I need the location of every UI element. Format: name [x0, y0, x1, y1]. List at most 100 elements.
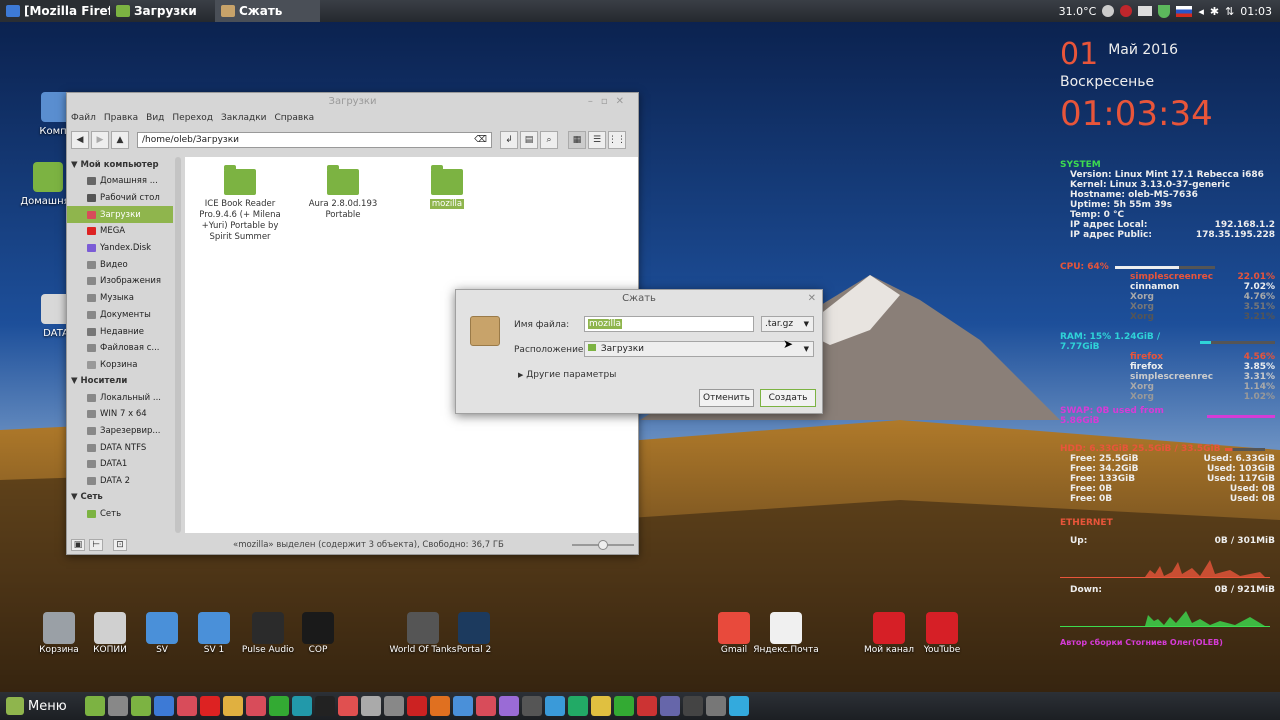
sidebar-item[interactable]: Недавние	[67, 323, 173, 340]
extension-select[interactable]: .tar.gz ▼	[761, 316, 814, 332]
toggle-path-button[interactable]: ↲	[500, 131, 518, 149]
dialog-close-button[interactable]: ✕	[808, 290, 816, 307]
network-icon[interactable]: ⇅	[1225, 5, 1234, 18]
keyboard-layout-icon[interactable]	[1176, 5, 1193, 17]
sidebar-item[interactable]: Локальный ...	[67, 389, 173, 406]
app-launcher-icon[interactable]	[590, 696, 611, 716]
app-launcher-icon[interactable]	[153, 696, 174, 716]
forward-button[interactable]: ▶	[91, 131, 109, 149]
maximize-button[interactable]: ▫	[601, 96, 616, 107]
sidebar-item[interactable]: Изображения	[67, 273, 173, 290]
app-launcher-icon[interactable]	[337, 696, 358, 716]
sidebar-item[interactable]: MEGA	[67, 223, 173, 240]
sidebar-item[interactable]: WIN 7 x 64	[67, 406, 173, 423]
show-sidebar-button[interactable]: ▣	[71, 539, 85, 551]
sidebar-item[interactable]: Домашняя ...	[67, 173, 173, 190]
back-button[interactable]: ◀	[71, 131, 89, 149]
app-launcher-icon[interactable]	[360, 696, 381, 716]
sidebar-item[interactable]: Сеть	[67, 505, 173, 522]
menu-button[interactable]: Меню	[0, 697, 73, 715]
minimize-button[interactable]: –	[588, 96, 601, 107]
app-launcher-icon[interactable]	[452, 696, 473, 716]
app-launcher-icon[interactable]	[682, 696, 703, 716]
sidebar-item[interactable]: Зарезервир...	[67, 423, 173, 440]
clear-path-icon[interactable]: ⌫	[474, 133, 487, 147]
open-terminal-button[interactable]: ▤	[520, 131, 538, 149]
app-launcher-icon[interactable]	[245, 696, 266, 716]
app-launcher-icon[interactable]	[291, 696, 312, 716]
app-launcher-icon[interactable]	[383, 696, 404, 716]
sidebar-item[interactable]: Документы	[67, 307, 173, 324]
menu-view[interactable]: Вид	[146, 113, 164, 123]
app-launcher-icon[interactable]	[406, 696, 427, 716]
app-launcher-icon[interactable]	[498, 696, 519, 716]
taskbar-item-downloads[interactable]: Загрузки	[110, 0, 215, 22]
shield-icon[interactable]	[1158, 4, 1171, 18]
sidebar-item[interactable]: DATA NTFS	[67, 439, 173, 456]
app-launcher-icon[interactable]	[84, 696, 105, 716]
app-launcher-icon[interactable]	[107, 696, 128, 716]
up-button[interactable]: ▲	[111, 131, 129, 149]
app-launcher-icon[interactable]	[705, 696, 726, 716]
create-button[interactable]: Создать	[760, 389, 816, 407]
search-icon[interactable]: ⌕	[540, 131, 558, 149]
sidebar-item[interactable]: Рабочий стол	[67, 190, 173, 207]
cancel-button[interactable]: Отменить	[699, 389, 754, 407]
hdd-free: Free: 133GiB	[1070, 474, 1136, 484]
more-options-expander[interactable]: ▶ Другие параметры	[518, 370, 616, 380]
sidebar-scrollbar[interactable]	[175, 157, 181, 533]
zoom-slider-handle[interactable]	[598, 540, 608, 550]
sidebar-item[interactable]: Файловая с...	[67, 340, 173, 357]
menu-bookmarks[interactable]: Закладки	[221, 113, 267, 123]
hide-sidebar-button[interactable]: ⊡	[113, 539, 127, 551]
drive-icon[interactable]	[1138, 6, 1153, 16]
compact-view-button[interactable]: ⋮⋮	[608, 131, 626, 149]
user-icon[interactable]	[1102, 5, 1115, 17]
conky-row-value: 1.02%	[1243, 392, 1275, 402]
sidebar-item[interactable]: DATA1	[67, 456, 173, 473]
app-launcher-icon[interactable]	[429, 696, 450, 716]
taskbar-item-compress[interactable]: Сжать	[215, 0, 320, 22]
record-icon[interactable]	[1120, 5, 1133, 17]
sidebar-item[interactable]: Загрузки	[67, 206, 173, 224]
app-launcher-icon[interactable]	[659, 696, 680, 716]
zoom-slider[interactable]	[572, 540, 634, 550]
app-launcher-icon[interactable]	[636, 696, 657, 716]
app-launcher-icon[interactable]	[199, 696, 220, 716]
bluetooth-icon[interactable]: ✱	[1210, 5, 1219, 18]
menu-help[interactable]: Справка	[275, 113, 315, 123]
sidebar-item[interactable]: Видео	[67, 256, 173, 273]
location-bar[interactable]: /home/oleb/Загрузки ⌫	[137, 132, 492, 148]
app-launcher-icon[interactable]	[314, 696, 335, 716]
file-item-selected[interactable]: mozilla	[397, 161, 497, 210]
app-launcher-icon[interactable]	[222, 696, 243, 716]
file-item[interactable]: ICE Book Reader Pro.9.4.6 (+ Milena +Yur…	[190, 161, 290, 243]
sidebar-item[interactable]: Музыка	[67, 290, 173, 307]
app-launcher-icon[interactable]	[613, 696, 634, 716]
sidebar-item[interactable]: Корзина	[67, 357, 173, 374]
sidebar-item-label: WIN 7 x 64	[100, 409, 147, 420]
taskbar-item-firefox[interactable]: [Mozilla Firef...	[0, 0, 110, 22]
menu-file[interactable]: Файл	[71, 113, 96, 123]
list-view-button[interactable]: ☰	[588, 131, 606, 149]
location-select[interactable]: Загрузки ▼	[584, 341, 814, 357]
clock[interactable]: 01:03	[1240, 5, 1272, 18]
app-launcher-icon[interactable]	[130, 696, 151, 716]
app-launcher-icon[interactable]	[544, 696, 565, 716]
volume-icon[interactable]: ◂	[1198, 5, 1204, 18]
app-launcher-icon[interactable]	[475, 696, 496, 716]
app-launcher-icon[interactable]	[268, 696, 289, 716]
menu-edit[interactable]: Правка	[104, 113, 138, 123]
show-tree-button[interactable]: ⊢	[89, 539, 103, 551]
menu-go[interactable]: Переход	[172, 113, 213, 123]
close-button[interactable]: ✕	[616, 96, 632, 107]
app-launcher-icon[interactable]	[176, 696, 197, 716]
app-launcher-icon[interactable]	[728, 696, 749, 716]
filename-input[interactable]: mozilla	[584, 316, 754, 332]
sidebar-item[interactable]: DATA 2	[67, 473, 173, 490]
file-item[interactable]: Aura 2.8.0d.193 Portable	[293, 161, 393, 221]
app-launcher-icon[interactable]	[567, 696, 588, 716]
icon-view-button[interactable]: ▦	[568, 131, 586, 149]
app-launcher-icon[interactable]	[521, 696, 542, 716]
sidebar-item[interactable]: Yandex.Disk	[67, 240, 173, 257]
